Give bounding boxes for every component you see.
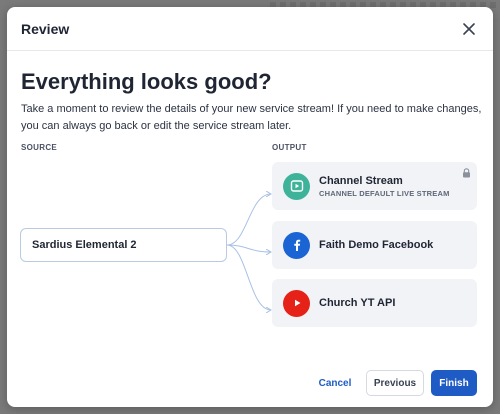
lock-icon [463,168,470,178]
review-modal: Review Everything looks good? Take a mom… [7,7,493,407]
output-column-label: OUTPUT [272,143,307,152]
source-card[interactable]: Sardius Elemental 2 [20,228,227,262]
output-name: Faith Demo Facebook [319,239,434,251]
output-name: Church YT API [319,297,396,309]
modal-header: Review [7,7,493,51]
output-card-facebook[interactable]: Faith Demo Facebook [272,221,477,269]
modal-title: Review [21,21,70,37]
play-square-icon [283,172,310,200]
output-card-youtube[interactable]: Church YT API [272,279,477,327]
connector-lines [227,172,277,322]
close-button[interactable] [459,19,479,39]
close-icon [463,23,475,35]
cancel-button[interactable]: Cancel [312,370,358,396]
output-card-channel-stream[interactable]: Channel Stream CHANNEL DEFAULT LIVE STRE… [272,162,477,210]
previous-button[interactable]: Previous [366,370,424,396]
description-text: Take a moment to review the details of y… [21,103,482,132]
page-title: Everything looks good? [21,69,272,94]
output-subtitle: CHANNEL DEFAULT LIVE STREAM [319,188,450,198]
output-name: Channel Stream [319,174,403,187]
facebook-icon [283,231,310,259]
youtube-icon [283,289,310,317]
finish-button[interactable]: Finish [431,370,477,396]
source-column-label: SOURCE [21,143,58,152]
